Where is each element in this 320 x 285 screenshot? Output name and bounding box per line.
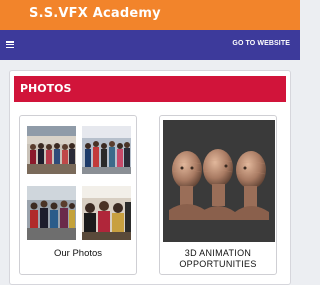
collage-photo-3: [27, 186, 76, 240]
card-caption: 3D ANIMATION OPPORTUNITIES: [160, 248, 276, 270]
go-to-website-link[interactable]: GO TO WEBSITE: [232, 40, 290, 47]
photos-panel: PHOTOS Our Photos 3D ANIMATION OPPORTUNI…: [9, 70, 291, 285]
collage-photo-2: [82, 126, 131, 174]
top-bar: S.S.VFX Academy: [0, 0, 300, 30]
collage-photo-1: [27, 126, 76, 174]
3d-animation-card[interactable]: 3D ANIMATION OPPORTUNITIES: [159, 115, 277, 275]
panel-header: PHOTOS: [14, 76, 286, 102]
group-photos-collage: [26, 122, 132, 244]
caption-line-2: OPPORTUNITIES: [179, 259, 257, 269]
3d-head-models: [163, 120, 275, 242]
section-title: PHOTOS: [20, 82, 72, 95]
brand-title[interactable]: S.S.VFX Academy: [29, 6, 161, 21]
our-photos-card[interactable]: Our Photos: [19, 115, 137, 275]
hamburger-icon[interactable]: [6, 41, 14, 49]
nav-bar: GO TO WEBSITE: [0, 30, 300, 60]
card-caption: Our Photos: [53, 248, 103, 259]
collage-photo-4: [82, 186, 131, 240]
caption-line-1: 3D ANIMATION: [184, 248, 252, 258]
